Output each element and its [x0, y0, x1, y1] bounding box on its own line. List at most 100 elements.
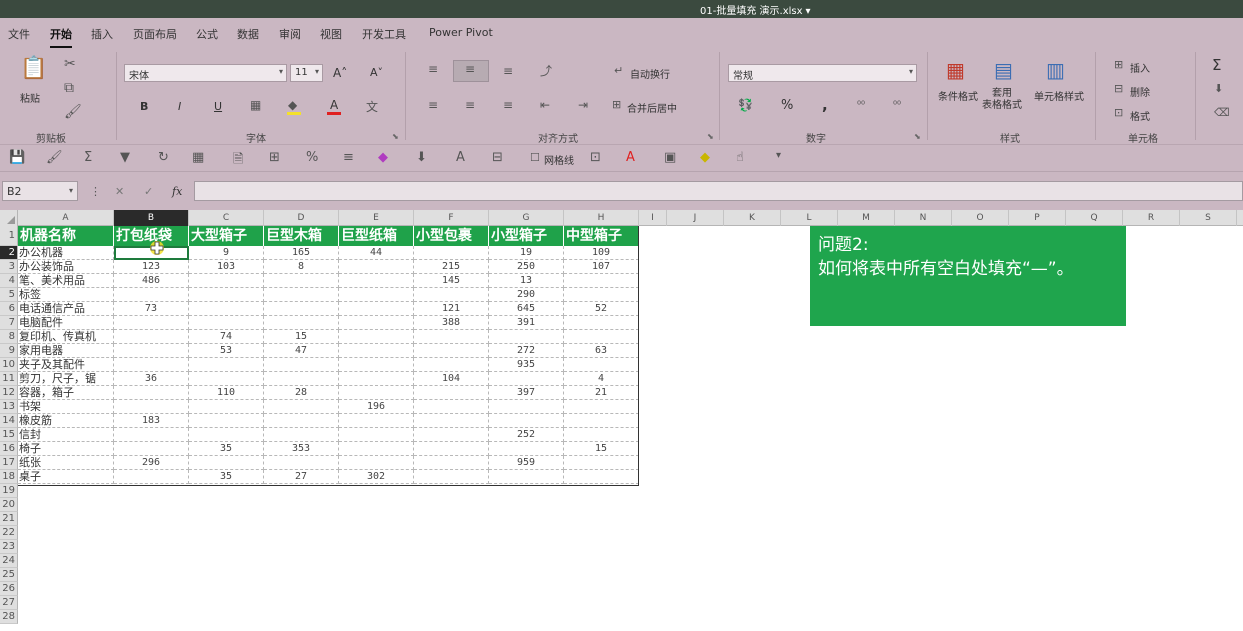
row-header-7[interactable]: 7 [0, 316, 18, 330]
wrap-text-icon[interactable]: ↵ [614, 64, 623, 77]
cell-E12[interactable] [339, 386, 414, 400]
cell-C16[interactable]: 35 [189, 442, 264, 456]
row-header-10[interactable]: 10 [0, 358, 18, 372]
window-title[interactable]: 01-批量填充 演示.xlsx ▾ [700, 2, 811, 17]
cell-E18[interactable]: 302 [339, 470, 414, 484]
format-painter-icon[interactable]: 🖌 [64, 104, 82, 120]
number-format-select[interactable]: 常规 ▾ [728, 64, 917, 82]
cell-A4[interactable]: 笔、美术用品 [18, 274, 114, 288]
cell-E7[interactable] [339, 316, 414, 330]
align-center-icon[interactable]: ≡ [465, 98, 475, 112]
cell-A13[interactable]: 书架 [18, 400, 114, 414]
cell-F15[interactable] [414, 428, 489, 442]
column-header-B[interactable]: B [114, 210, 189, 226]
header-cell-H[interactable]: 中型箱子 [564, 226, 639, 246]
cell-C9[interactable]: 53 [189, 344, 264, 358]
cell-H6[interactable]: 52 [564, 302, 639, 316]
cell-D6[interactable] [264, 302, 339, 316]
fill-table-icon[interactable]: ▣ [664, 150, 676, 165]
cell-E17[interactable] [339, 456, 414, 470]
cell-G6[interactable]: 645 [489, 302, 564, 316]
cell-D4[interactable] [264, 274, 339, 288]
conditional-format-button[interactable]: 条件格式 [938, 88, 978, 103]
cell-E14[interactable] [339, 414, 414, 428]
cell-B13[interactable] [114, 400, 189, 414]
format-as-table-icon[interactable]: ▤ [994, 58, 1013, 82]
cell-B3[interactable]: 123 [114, 260, 189, 274]
decrease-decimal-icon[interactable]: ⁰⁰ [893, 100, 901, 111]
row-header-3[interactable]: 3 [0, 260, 18, 274]
cell-B16[interactable] [114, 442, 189, 456]
cell-B5[interactable] [114, 288, 189, 302]
insert-cells-button[interactable]: 插入 [1130, 60, 1150, 75]
row-header-21[interactable]: 21 [0, 512, 18, 526]
tab-home[interactable]: 开始 [50, 26, 72, 48]
row-header-23[interactable]: 23 [0, 540, 18, 554]
cell-G9[interactable]: 272 [489, 344, 564, 358]
cell-A7[interactable]: 电脑配件 [18, 316, 114, 330]
decrease-indent-icon[interactable]: ⇤ [540, 98, 550, 112]
row-header-14[interactable]: 14 [0, 414, 18, 428]
enter-icon[interactable]: ✓ [144, 185, 153, 198]
cell-D15[interactable] [264, 428, 339, 442]
column-header-J[interactable]: J [667, 210, 724, 226]
merge-icon[interactable]: ⊞ [269, 150, 280, 165]
cell-H2[interactable]: 109 [564, 246, 639, 260]
accounting-format-icon[interactable]: 💱 [738, 98, 753, 112]
format-cells-button[interactable]: 格式 [1130, 108, 1150, 123]
cell-A17[interactable]: 纸张 [18, 456, 114, 470]
cut-icon[interactable]: ✂ [64, 56, 76, 72]
cell-H10[interactable] [564, 358, 639, 372]
cell-E5[interactable] [339, 288, 414, 302]
row-header-1[interactable]: 1 [0, 226, 18, 246]
cell-F13[interactable] [414, 400, 489, 414]
cell-B11[interactable]: 36 [114, 372, 189, 386]
row-header-17[interactable]: 17 [0, 456, 18, 470]
header-cell-E[interactable]: 巨型纸箱 [339, 226, 414, 246]
cell-E16[interactable] [339, 442, 414, 456]
column-header-S[interactable]: S [1180, 210, 1237, 226]
cell-B14[interactable]: 183 [114, 414, 189, 428]
dialog-launcher-icon[interactable]: ⬊ [392, 132, 399, 141]
row-header-9[interactable]: 9 [0, 344, 18, 358]
cell-H3[interactable]: 107 [564, 260, 639, 274]
cell-H18[interactable] [564, 470, 639, 484]
cell-D2[interactable]: 165 [264, 246, 339, 260]
cell-D8[interactable]: 15 [264, 330, 339, 344]
cell-D3[interactable]: 8 [264, 260, 339, 274]
cell-G2[interactable]: 19 [489, 246, 564, 260]
row-header-2[interactable]: 2 [0, 246, 18, 260]
tab-file[interactable]: 文件 [8, 26, 30, 42]
dialog-launcher-icon[interactable]: ⬊ [707, 132, 714, 141]
highlight-icon[interactable]: ◆ [700, 150, 710, 165]
gridlines-checkbox[interactable]: ☐ [530, 151, 540, 164]
cell-H12[interactable]: 21 [564, 386, 639, 400]
cell-E11[interactable] [339, 372, 414, 386]
cancel-icon[interactable]: ✕ [115, 185, 124, 198]
column-header-K[interactable]: K [724, 210, 781, 226]
borders-icon[interactable]: ▦ [192, 150, 204, 165]
row-header-6[interactable]: 6 [0, 302, 18, 316]
cell-F4[interactable]: 145 [414, 274, 489, 288]
cell-D5[interactable] [264, 288, 339, 302]
cell-F12[interactable] [414, 386, 489, 400]
insert-function-button[interactable]: fx [172, 185, 182, 198]
cell-A2[interactable]: 办公机器 [18, 246, 114, 260]
cell-G13[interactable] [489, 400, 564, 414]
column-header-F[interactable]: F [414, 210, 489, 226]
column-header-G[interactable]: G [489, 210, 564, 226]
row-header-19[interactable]: 19 [0, 484, 18, 498]
tab-insert[interactable]: 插入 [91, 26, 113, 42]
cell-G15[interactable]: 252 [489, 428, 564, 442]
header-cell-C[interactable]: 大型箱子 [189, 226, 264, 246]
insert-cells-icon[interactable]: ⊞ [1114, 58, 1123, 71]
merge-center-icon[interactable]: ⊞ [612, 98, 621, 111]
cell-H11[interactable]: 4 [564, 372, 639, 386]
cell-A18[interactable]: 桌子 [18, 470, 114, 484]
cell-D18[interactable]: 27 [264, 470, 339, 484]
cell-C13[interactable] [189, 400, 264, 414]
cell-D11[interactable] [264, 372, 339, 386]
align-icon[interactable]: ≡ [343, 150, 354, 165]
orientation-icon[interactable]: ⤴ [540, 62, 552, 79]
cell-E9[interactable] [339, 344, 414, 358]
